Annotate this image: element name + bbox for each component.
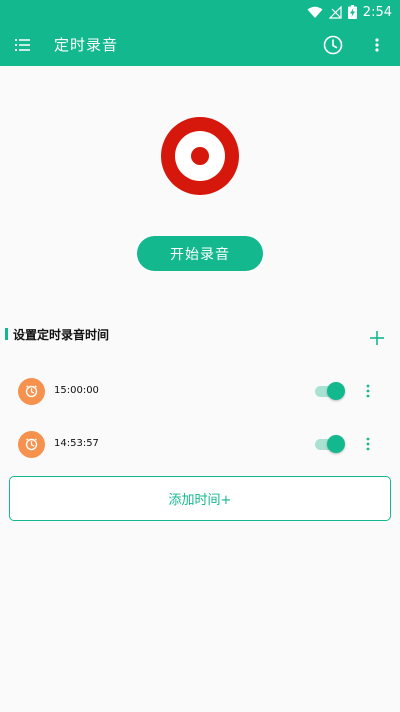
list-menu-icon[interactable]: [13, 35, 33, 55]
status-time: 2:54: [362, 4, 392, 20]
start-recording-button[interactable]: 开始录音: [137, 236, 263, 271]
schedule-toggle[interactable]: [313, 435, 345, 453]
toggle-thumb: [327, 435, 345, 453]
schedule-time: 15:00:00: [54, 385, 99, 396]
toggle-thumb: [327, 382, 345, 400]
history-clock-icon[interactable]: [322, 34, 344, 56]
add-plus-icon[interactable]: [369, 330, 385, 346]
schedule-row: 14:53:57: [0, 431, 400, 471]
row-more-icon[interactable]: [364, 383, 372, 399]
status-bar: 2:54: [0, 0, 400, 24]
top-bar: 2:54 定时录音: [0, 0, 400, 66]
wifi-icon: [307, 6, 323, 18]
page-title: 定时录音: [54, 36, 119, 54]
schedule-time: 14:53:57: [54, 438, 99, 449]
clock-icon: [25, 438, 38, 451]
signal-icon: [328, 5, 342, 19]
schedule-row: 15:00:00: [0, 378, 400, 418]
add-time-button[interactable]: 添加时间+: [9, 476, 391, 521]
record-icon[interactable]: [160, 116, 240, 196]
section-accent-bar: [5, 328, 8, 340]
app-bar: 定时录音: [0, 24, 400, 66]
battery-charging-icon: [347, 5, 357, 19]
schedule-toggle[interactable]: [313, 382, 345, 400]
more-vertical-icon[interactable]: [370, 34, 384, 56]
clock-icon: [25, 385, 38, 398]
section-title: 设置定时录音时间: [13, 328, 110, 342]
alarm-clock-badge: [18, 378, 45, 405]
alarm-clock-badge: [18, 431, 45, 458]
row-more-icon[interactable]: [364, 436, 372, 452]
